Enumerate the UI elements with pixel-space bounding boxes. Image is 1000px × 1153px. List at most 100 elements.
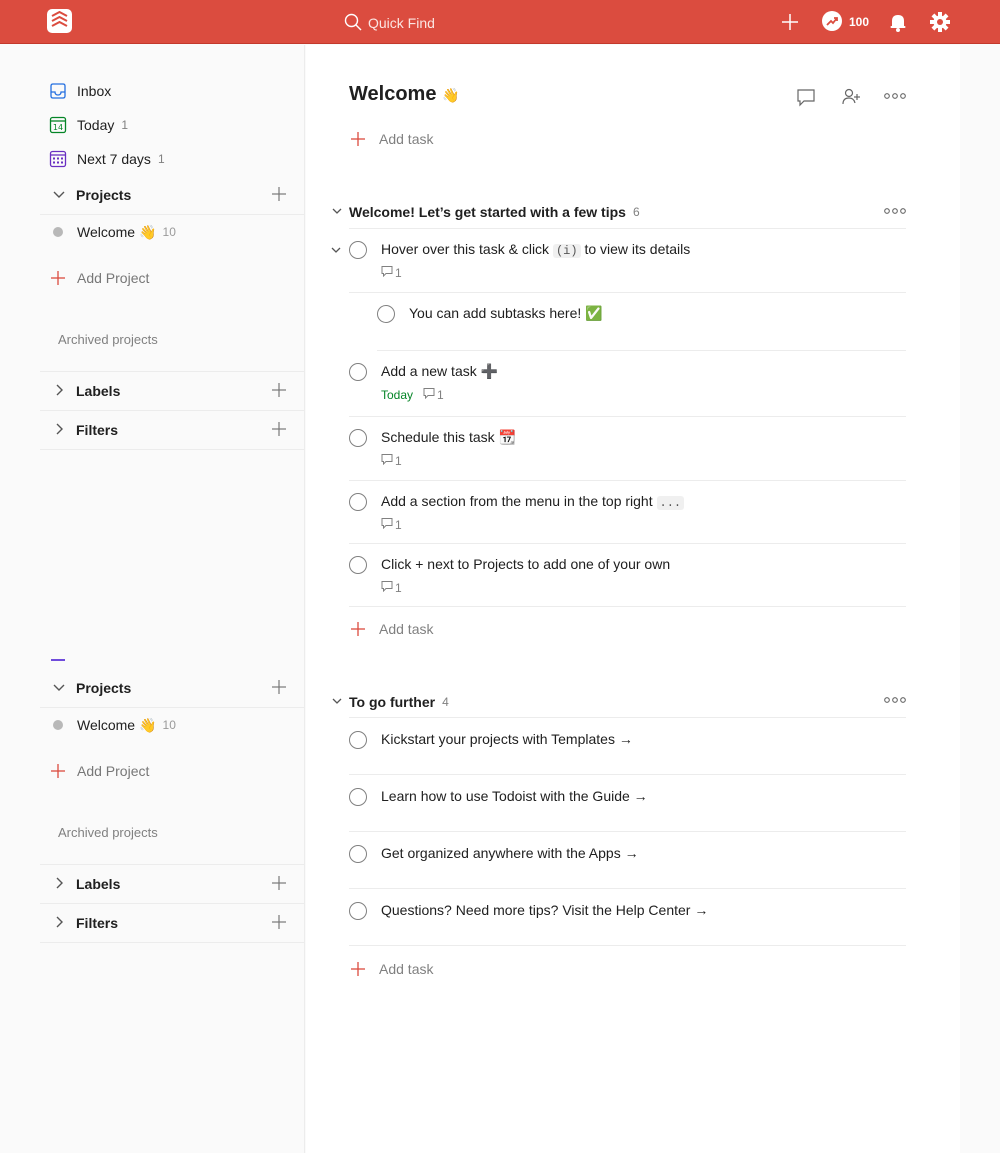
todoist-logo-icon[interactable] (47, 9, 72, 33)
task-checkbox[interactable] (349, 845, 367, 863)
waving-hand-emoji: 👋 (139, 716, 157, 733)
task-content[interactable]: Schedule this task 📆 (381, 429, 516, 446)
task-content[interactable]: Learn how to use Todoist with the Guide … (381, 788, 648, 804)
section-more-icon[interactable] (884, 206, 906, 216)
section-count: 6 (632, 205, 640, 219)
task-item[interactable]: Hover over this task & click (i) to view… (349, 241, 906, 281)
filters-header[interactable]: Filters (40, 411, 305, 449)
task-item[interactable]: Schedule this task 📆 1 (349, 429, 906, 469)
chevron-down-icon[interactable] (40, 680, 76, 697)
archived-projects-link[interactable]: Archived projects (58, 332, 158, 347)
add-project-plus-icon[interactable] (271, 679, 287, 695)
plus-icon (349, 619, 379, 639)
task-item[interactable]: Click + next to Projects to add one of y… (349, 556, 906, 596)
labels-header[interactable]: Labels (40, 372, 305, 410)
add-task-label: Add task (379, 961, 434, 977)
sidebar-item-today[interactable]: 14 Today 1 (48, 113, 128, 137)
divider (349, 717, 906, 718)
task-content[interactable]: Click + next to Projects to add one of y… (381, 556, 670, 572)
task-content[interactable]: Kickstart your projects with Templates → (381, 731, 633, 747)
task-content[interactable]: Add a new task ➕ (381, 363, 498, 380)
task-item[interactable]: Learn how to use Todoist with the Guide … (349, 788, 906, 818)
task-item[interactable]: Get organized anywhere with the Apps → (349, 845, 906, 875)
chevron-down-icon[interactable] (331, 204, 349, 220)
sidebar-item-label: Next 7 days (77, 151, 151, 167)
labels-header[interactable]: Labels (40, 865, 305, 903)
chevron-right-icon[interactable] (40, 876, 76, 893)
projects-label: Projects (76, 187, 132, 203)
task-item[interactable]: Add a new task ➕ Today 1 (349, 363, 906, 403)
add-filter-plus-icon[interactable] (271, 914, 287, 930)
quick-find-input[interactable]: Quick Find (340, 10, 540, 34)
add-task-button[interactable]: Add task (349, 127, 433, 151)
comment-icon[interactable] (381, 453, 393, 468)
comment-icon[interactable] (796, 87, 816, 107)
plus-icon (349, 959, 379, 979)
sidebar-item-project-welcome[interactable]: Welcome 👋 10 (48, 713, 176, 737)
section-more-icon[interactable] (884, 695, 906, 705)
chevron-down-icon[interactable] (40, 187, 76, 204)
task-content[interactable]: Get organized anywhere with the Apps → (381, 845, 639, 861)
filters-header[interactable]: Filters (40, 904, 305, 942)
divider (40, 449, 305, 450)
sidebar-item-next-7-days[interactable]: Next 7 days 1 (48, 147, 165, 171)
task-checkbox[interactable] (349, 241, 367, 259)
task-item[interactable]: Kickstart your projects with Templates → (349, 731, 906, 761)
divider (349, 774, 906, 775)
more-options-icon[interactable] (884, 91, 906, 101)
sidebar-item-count: 1 (121, 118, 129, 132)
check-mark-emoji: ✅ (585, 305, 603, 321)
task-checkbox[interactable] (349, 788, 367, 806)
task-checkbox[interactable] (349, 731, 367, 749)
task-content[interactable]: Add a section from the menu in the top r… (381, 493, 685, 510)
divider (349, 480, 906, 481)
task-checkbox[interactable] (349, 556, 367, 574)
comment-icon[interactable] (381, 265, 393, 280)
chevron-right-icon[interactable] (40, 422, 76, 439)
sidebar-item-inbox[interactable]: Inbox (48, 79, 111, 103)
chevron-down-icon[interactable] (330, 243, 342, 259)
task-checkbox[interactable] (349, 902, 367, 920)
projects-label: Projects (76, 680, 132, 696)
add-label-plus-icon[interactable] (271, 382, 287, 398)
task-item[interactable]: Questions? Need more tips? Visit the Hel… (349, 902, 906, 932)
section-header[interactable]: To go further 4 (331, 691, 449, 713)
task-item[interactable]: Add a section from the menu in the top r… (349, 493, 906, 533)
subtask-item[interactable]: You can add subtasks here! ✅ (377, 305, 906, 335)
bell-icon[interactable] (888, 10, 908, 34)
task-checkbox[interactable] (349, 493, 367, 511)
task-text: Schedule this task (381, 429, 495, 445)
add-filter-plus-icon[interactable] (271, 421, 287, 437)
comment-icon[interactable] (381, 517, 393, 532)
sidebar-item-project-welcome[interactable]: Welcome 👋 10 (48, 220, 176, 244)
sidebar-item-label: Today (77, 117, 115, 133)
gear-icon[interactable] (929, 10, 951, 34)
add-project-plus-icon[interactable] (271, 186, 287, 202)
add-label-plus-icon[interactable] (271, 875, 287, 891)
chevron-right-icon[interactable] (40, 383, 76, 400)
karma-button[interactable]: 100 (822, 11, 882, 33)
add-project-button[interactable]: Add Project (48, 266, 149, 290)
add-task-button[interactable]: Add task (349, 957, 433, 981)
section-title: To go further (349, 694, 436, 710)
task-content[interactable]: Questions? Need more tips? Visit the Hel… (381, 902, 708, 918)
share-person-icon[interactable] (841, 87, 861, 107)
task-content[interactable]: Hover over this task & click (i) to view… (381, 241, 690, 258)
task-checkbox[interactable] (349, 429, 367, 447)
add-project-button[interactable]: Add Project (48, 759, 149, 783)
projects-header[interactable]: Projects (40, 669, 305, 707)
chevron-right-icon[interactable] (40, 915, 76, 932)
add-task-button[interactable]: Add task (349, 617, 433, 641)
projects-header[interactable]: Projects (40, 176, 305, 214)
task-checkbox[interactable] (377, 305, 395, 323)
comment-icon[interactable] (423, 387, 435, 402)
task-checkbox[interactable] (349, 363, 367, 381)
add-icon[interactable] (780, 10, 800, 34)
archived-projects-link[interactable]: Archived projects (58, 825, 158, 840)
right-gutter (960, 45, 1000, 1153)
chevron-down-icon[interactable] (331, 694, 349, 710)
due-date[interactable]: Today (381, 388, 413, 402)
task-content[interactable]: You can add subtasks here! ✅ (409, 305, 603, 322)
comment-icon[interactable] (381, 580, 393, 595)
section-header[interactable]: Welcome! Let’s get started with a few ti… (331, 201, 640, 223)
